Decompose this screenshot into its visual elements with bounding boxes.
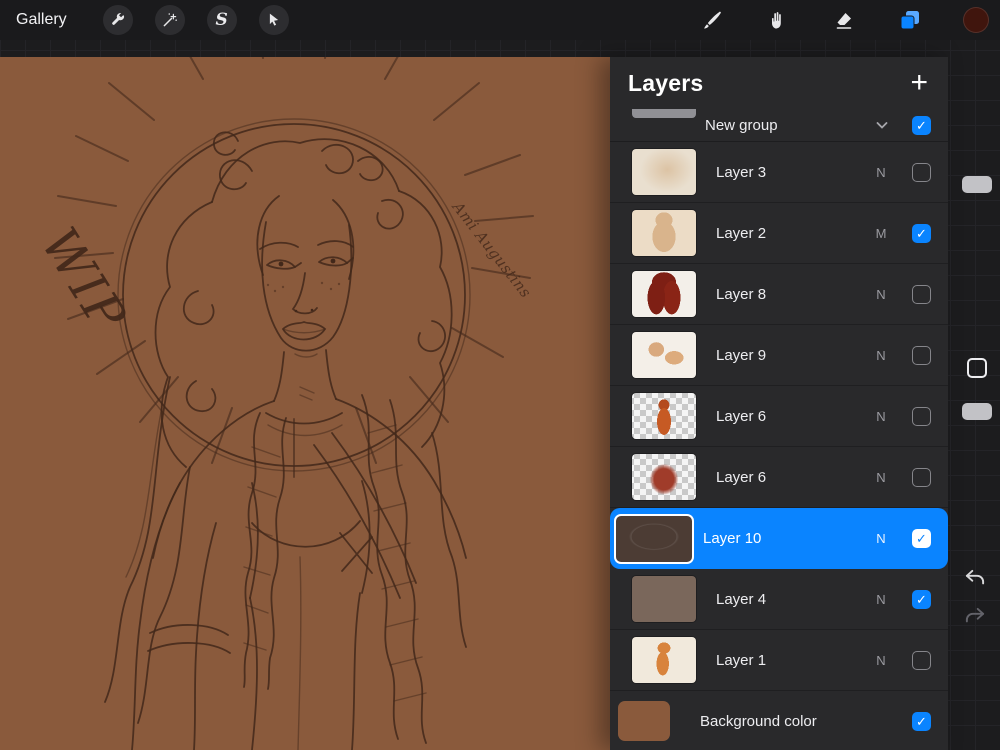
sidebar-controls: [948, 40, 1000, 750]
add-layer-button[interactable]: +: [908, 68, 930, 98]
blend-mode-button[interactable]: N: [872, 165, 890, 180]
layer-name: Layer 1: [716, 651, 767, 669]
layer-list: New group ✓ Layer 3 N ✓ Layer 2 M ✓ Laye…: [610, 109, 948, 750]
blend-mode-button[interactable]: N: [872, 531, 890, 546]
group-name: New group: [705, 116, 778, 134]
layer-row[interactable]: Layer 3 N ✓: [610, 142, 948, 203]
layer-name: Layer 2: [716, 224, 767, 242]
layer-row[interactable]: Layer 4 N ✓: [610, 569, 948, 630]
blend-mode-button[interactable]: N: [872, 348, 890, 363]
chevron-down-icon: [876, 122, 888, 129]
blend-mode-button[interactable]: M: [872, 226, 890, 241]
selection-icon: S: [215, 9, 228, 30]
actions-button[interactable]: [102, 5, 133, 35]
layer-row[interactable]: Layer 8 N ✓: [610, 264, 948, 325]
layer-thumbnail[interactable]: [632, 332, 696, 378]
wrench-icon: [111, 12, 124, 25]
layer-visibility-checkbox[interactable]: ✓: [912, 162, 931, 182]
layer-thumbnail[interactable]: [632, 210, 696, 256]
toolbar-left-group: Gallery S: [0, 5, 289, 35]
group-visibility-checkbox[interactable]: ✓: [912, 115, 931, 135]
transform-button[interactable]: [258, 5, 289, 35]
layer-rows-container: Layer 3 N ✓ Layer 2 M ✓ Layer 8 N ✓ Laye…: [610, 142, 948, 750]
undo-icon: [965, 569, 985, 585]
wip-text: WIP: [30, 218, 138, 343]
blend-mode-button[interactable]: N: [872, 592, 890, 607]
layer-row[interactable]: Layer 1 N ✓: [610, 630, 948, 691]
procreate-app: Gallery S WIP Ami Augustins Layers + New…: [0, 0, 1000, 750]
blend-mode-button[interactable]: N: [872, 409, 890, 424]
layer-visibility-checkbox[interactable]: ✓: [912, 284, 931, 304]
layers-title: Layers: [628, 69, 704, 96]
layer-thumbnail[interactable]: [632, 393, 696, 439]
blend-mode-button[interactable]: N: [872, 287, 890, 302]
artist-signature: Ami Augustins: [448, 197, 535, 302]
layers-button[interactable]: [896, 6, 924, 34]
layer-row[interactable]: Layer 9 N ✓: [610, 325, 948, 386]
layer-visibility-checkbox[interactable]: ✓: [912, 406, 931, 426]
layers-icon: [900, 11, 919, 30]
layer-group-row[interactable]: New group ✓: [610, 109, 948, 142]
paintbrush-icon: [704, 11, 721, 29]
layer-row[interactable]: Background color ✓: [610, 691, 948, 750]
magic-wand-icon: [163, 13, 177, 27]
layer-row[interactable]: Layer 2 M ✓: [610, 203, 948, 264]
brush-size-slider[interactable]: [962, 176, 992, 193]
layer-name: Layer 6: [716, 407, 767, 425]
top-toolbar: Gallery S: [0, 0, 1000, 40]
group-collapse-button[interactable]: [874, 117, 890, 133]
adjustments-button[interactable]: [154, 5, 185, 35]
redo-button[interactable]: [961, 603, 989, 631]
smudge-finger-icon: [772, 12, 781, 29]
layer-name: Layer 4: [716, 590, 767, 608]
layer-row[interactable]: Layer 6 N ✓: [610, 386, 948, 447]
layer-name: Layer 10: [703, 530, 762, 547]
undo-button[interactable]: [961, 565, 989, 593]
layers-panel-header: Layers +: [610, 57, 948, 109]
layer-thumbnail[interactable]: [632, 454, 696, 500]
layer-visibility-checkbox[interactable]: ✓: [912, 467, 931, 487]
layer-name: Layer 8: [716, 285, 767, 303]
layer-name: Layer 6: [716, 468, 767, 486]
eraser-icon: [836, 13, 852, 29]
group-thumbnail-partial: [632, 109, 696, 118]
layer-row[interactable]: Layer 6 N ✓: [610, 447, 948, 508]
layer-thumbnail[interactable]: [632, 271, 696, 317]
modify-button[interactable]: [967, 358, 987, 378]
layer-visibility-checkbox[interactable]: ✓: [912, 711, 931, 731]
layer-thumbnail[interactable]: [618, 701, 670, 741]
eraser-button[interactable]: [830, 6, 858, 34]
artwork-sketch: WIP Ami Augustins: [30, 57, 535, 750]
selection-button[interactable]: S: [206, 5, 237, 35]
layer-visibility-checkbox[interactable]: ✓: [912, 529, 931, 548]
layer-thumbnail[interactable]: [632, 149, 696, 195]
redo-icon: [965, 607, 985, 623]
layer-row[interactable]: Layer 10 N ✓: [610, 508, 948, 569]
smudge-button[interactable]: [764, 6, 792, 34]
layer-name: Layer 9: [716, 346, 767, 364]
drawing-canvas[interactable]: WIP Ami Augustins: [0, 57, 610, 750]
layer-thumbnail[interactable]: [632, 637, 696, 683]
layer-visibility-checkbox[interactable]: ✓: [912, 223, 931, 243]
layer-thumbnail[interactable]: [614, 513, 694, 564]
layer-thumbnail[interactable]: [632, 576, 696, 622]
active-color-swatch: [963, 7, 989, 33]
layer-visibility-checkbox[interactable]: ✓: [912, 345, 931, 365]
layer-name: Layer 3: [716, 163, 767, 181]
toolbar-right-group: [698, 6, 1000, 34]
blend-mode-button[interactable]: N: [872, 653, 890, 668]
layer-visibility-checkbox[interactable]: ✓: [912, 589, 931, 609]
brush-opacity-slider[interactable]: [962, 403, 992, 420]
color-button[interactable]: [962, 6, 990, 34]
transform-arrow-icon: [269, 13, 278, 26]
brush-button[interactable]: [698, 6, 726, 34]
blend-mode-button[interactable]: N: [872, 470, 890, 485]
gallery-button[interactable]: Gallery: [16, 11, 67, 29]
layers-panel: Layers + New group ✓ Layer 3 N ✓ Layer 2…: [610, 57, 948, 750]
layer-name: Background color: [700, 712, 817, 730]
layer-visibility-checkbox[interactable]: ✓: [912, 650, 931, 670]
